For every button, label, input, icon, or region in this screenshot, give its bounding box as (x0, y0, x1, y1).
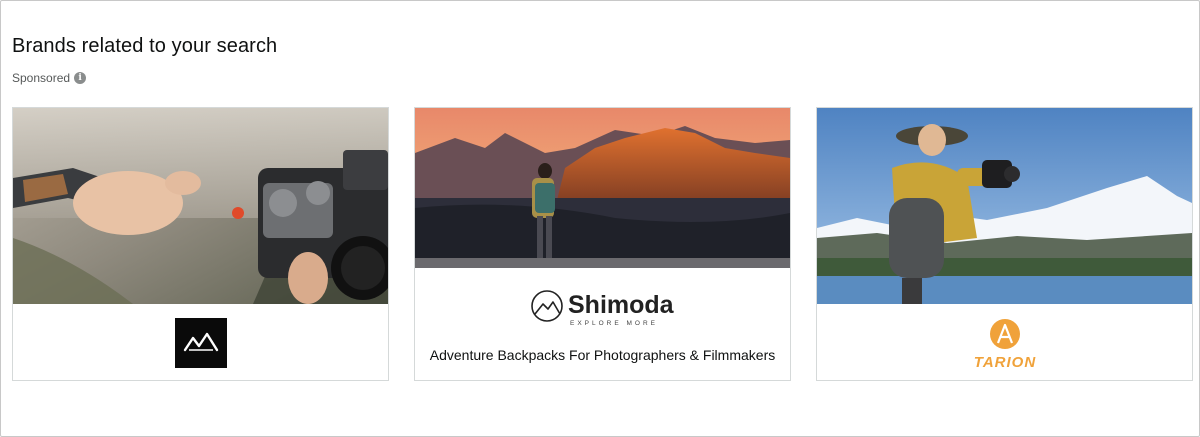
shimoda-wordmark: Shimoda (568, 291, 675, 319)
brand-card-tarion[interactable]: TARION (816, 107, 1193, 381)
shimoda-subtitle: EXPLORE MORE (570, 320, 658, 327)
mountain-hiker-photo[interactable] (415, 108, 790, 268)
brands-widget: Brands related to your search Sponsored … (0, 0, 1200, 437)
brand-card-peak-design[interactable] (12, 107, 389, 381)
sponsored-info[interactable]: Sponsored i (12, 71, 87, 85)
tarion-wordmark: TARION (974, 354, 1037, 371)
shimoda-logo[interactable]: Shimoda EXPLORE MORE (415, 288, 790, 328)
peak-design-logo[interactable] (175, 318, 227, 368)
sponsored-label: Sponsored (12, 71, 71, 85)
camera-strap-photo[interactable] (13, 108, 388, 304)
brand-card-shimoda[interactable]: Shimoda EXPLORE MORE Adventure Backpacks… (414, 107, 791, 381)
section-title: Brands related to your search (12, 35, 278, 57)
photographer-lake-photo[interactable] (817, 108, 1192, 304)
info-icon[interactable]: i (74, 72, 87, 84)
tarion-logo[interactable]: TARION (817, 318, 1192, 374)
shimoda-tagline[interactable]: Adventure Backpacks For Photographers & … (415, 347, 790, 363)
